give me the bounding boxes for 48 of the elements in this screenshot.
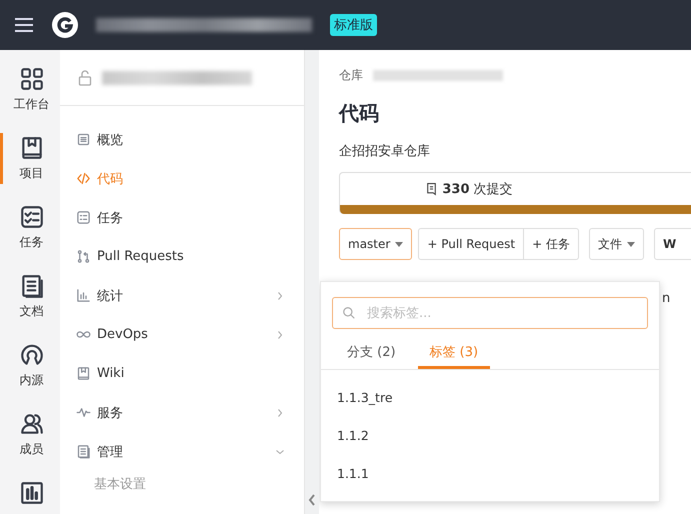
- checklist-icon: [18, 204, 44, 230]
- rail-item[interactable]: 成员: [0, 409, 60, 460]
- document-icon: [76, 444, 91, 459]
- tag-item[interactable]: 1.1.3_tre: [321, 378, 659, 416]
- sidebar-item[interactable]: 概览: [60, 120, 304, 159]
- sidebar-item[interactable]: DevOps: [60, 315, 304, 354]
- toolbar-button[interactable]: + 任务: [524, 228, 579, 260]
- toolbar-button[interactable]: W: [654, 228, 691, 260]
- sidebar-item[interactable]: 统计: [60, 276, 304, 315]
- task-icon: [76, 210, 91, 225]
- rail-item[interactable]: 工作台: [0, 64, 60, 115]
- code-icon: [76, 171, 91, 186]
- pull-request-icon: [76, 249, 91, 264]
- logo-icon[interactable]: [52, 12, 78, 38]
- toolbar-button[interactable]: + Pull Request: [418, 228, 524, 260]
- rail-item[interactable]: 文档: [0, 271, 60, 322]
- unlocked-padlock-icon: [78, 70, 92, 86]
- dropdown-button[interactable]: master: [339, 228, 412, 260]
- list-icon: [76, 132, 91, 147]
- sidebar-item[interactable]: Pull Requests: [60, 237, 304, 276]
- book-icon: [76, 366, 91, 381]
- commit-count[interactable]: 330 次提交: [442, 180, 513, 198]
- grid-icon: [18, 66, 44, 92]
- search-icon: [342, 306, 356, 320]
- breadcrumb[interactable]: 仓库: [339, 66, 363, 84]
- popup-tab[interactable]: 分支 (2): [335, 337, 408, 369]
- tag-item[interactable]: 1.1.2: [321, 416, 659, 454]
- dropdown-button[interactable]: 文件: [588, 228, 644, 260]
- sidebar-item[interactable]: Wiki: [60, 354, 304, 393]
- menu-icon[interactable]: [14, 17, 34, 33]
- tag-item[interactable]: 1.1.1: [321, 454, 659, 492]
- bar-chart-icon: [76, 288, 91, 303]
- caret-icon: [626, 242, 635, 246]
- cut-table-text: n: [662, 291, 670, 306]
- caret-icon: [395, 242, 404, 246]
- rail-item[interactable]: 任务: [0, 202, 60, 253]
- sidebar-item[interactable]: 服务: [60, 393, 304, 432]
- repository-description: 企招招安卓仓库: [339, 143, 431, 160]
- sidebar-item[interactable]: 管理: [60, 432, 304, 471]
- ring-icon: [18, 342, 44, 368]
- sidebar-item[interactable]: 任务: [60, 198, 304, 237]
- search-field[interactable]: 搜索标签...: [332, 297, 648, 329]
- rail-item[interactable]: 内源: [0, 340, 60, 391]
- page-title: 代码: [339, 100, 380, 127]
- bar-chart-icon: [18, 480, 44, 506]
- document-icon: [425, 182, 438, 196]
- pulse-icon: [76, 405, 91, 420]
- edition-badge: 标准版: [330, 14, 377, 36]
